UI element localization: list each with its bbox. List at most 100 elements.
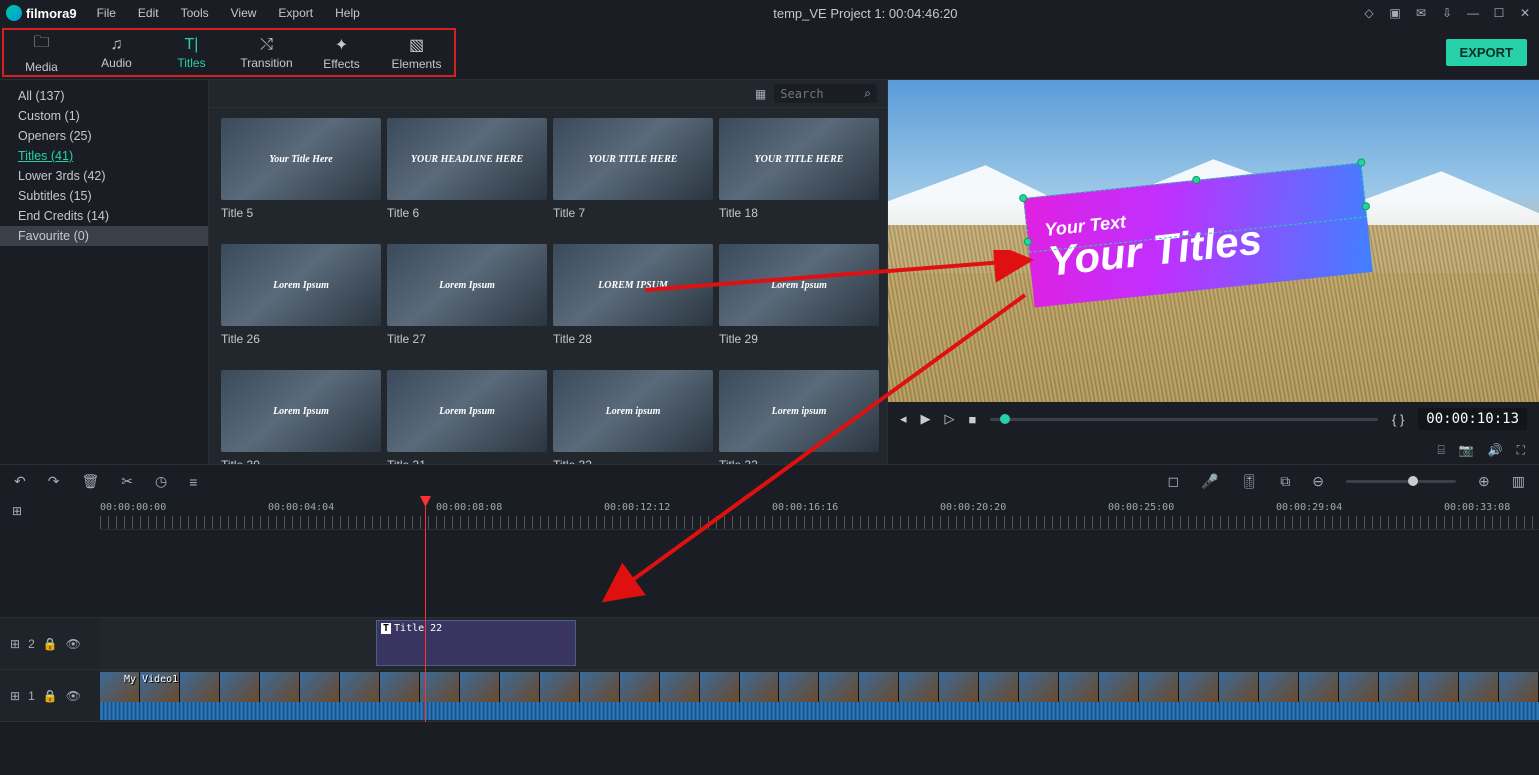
preview-scrubber[interactable]	[990, 418, 1378, 421]
menu-export[interactable]: Export	[268, 2, 323, 24]
zoom-slider[interactable]	[1346, 480, 1456, 483]
mic-icon[interactable]: ⇩	[1439, 5, 1455, 21]
clip-thumb	[380, 672, 420, 702]
menu-help[interactable]: Help	[325, 2, 370, 24]
thumbnail[interactable]: Lorem ipsumTitle 32	[553, 370, 713, 464]
speed-icon[interactable]: ◷	[155, 473, 167, 490]
thumbnail[interactable]: LOREM IPSUMTitle 28	[553, 244, 713, 354]
track-2-body[interactable]: T Title 22	[100, 618, 1539, 669]
render-icon[interactable]: ⧉	[1280, 473, 1290, 490]
marker-icon[interactable]: ◻	[1167, 473, 1179, 490]
sidebar-item-lower3rds[interactable]: Lower 3rds (42)	[0, 166, 208, 186]
track-1-body[interactable]: My Video1	[100, 670, 1539, 721]
audio-waveform[interactable]	[100, 702, 1539, 720]
preview-canvas[interactable]: Your Text Your Titles	[888, 80, 1539, 402]
mail-icon[interactable]: ✉	[1413, 5, 1429, 21]
snapshot-icon[interactable]: 📷	[1459, 443, 1474, 457]
tab-titles[interactable]: T|Titles	[154, 30, 229, 75]
user-icon[interactable]: ◇	[1361, 5, 1377, 21]
thumbnail-label: Title 31	[387, 458, 547, 464]
sidebar-item-favourite[interactable]: Favourite (0)	[0, 226, 208, 246]
effects-icon: ✦	[335, 35, 348, 55]
zoom-in-icon[interactable]: ⊕	[1478, 473, 1490, 490]
thumbnail[interactable]: Lorem IpsumTitle 27	[387, 244, 547, 354]
lock-icon[interactable]: 🔒	[43, 637, 58, 651]
menu-file[interactable]: File	[87, 2, 126, 24]
tab-transition[interactable]: ⤭Transition	[229, 30, 304, 75]
thumbnail[interactable]: Lorem IpsumTitle 31	[387, 370, 547, 464]
thumbnail-preview-text: Lorem Ipsum	[269, 278, 333, 293]
thumbnail[interactable]: Lorem ipsumTitle 33	[719, 370, 879, 464]
tab-elements[interactable]: ▧Elements	[379, 30, 454, 75]
maximize-icon[interactable]: ☐	[1491, 5, 1507, 21]
tab-media[interactable]: 🗀Media	[4, 30, 79, 75]
lock-icon[interactable]: 🔒	[43, 689, 58, 703]
export-button[interactable]: EXPORT	[1446, 39, 1527, 66]
redo-icon[interactable]: ↷	[48, 473, 60, 490]
clip-thumb	[660, 672, 700, 702]
thumbnail[interactable]: YOUR TITLE HERETitle 7	[553, 118, 713, 228]
play-all-button[interactable]: ▷	[945, 411, 955, 427]
title-clip[interactable]: T Title 22	[376, 620, 576, 666]
minimize-icon[interactable]: —	[1465, 5, 1481, 21]
sidebar-item-subtitles[interactable]: Subtitles (15)	[0, 186, 208, 206]
playhead[interactable]	[425, 498, 426, 722]
search-input[interactable]	[780, 87, 860, 101]
track-2-head[interactable]: ⊞ 2 🔒 👁	[0, 618, 100, 669]
eye-icon[interactable]: 👁	[66, 637, 81, 651]
category-sidebar: All (137) Custom (1) Openers (25) Titles…	[0, 80, 208, 464]
mixer-icon[interactable]: 🎚	[1241, 473, 1259, 490]
tab-audio[interactable]: ♫Audio	[79, 30, 154, 75]
thumbnail[interactable]: Lorem Ipsum Title 26	[221, 244, 381, 354]
tab-effects[interactable]: ✦Effects	[304, 30, 379, 75]
scrubber-knob[interactable]	[1000, 414, 1010, 424]
cut-icon[interactable]: ✂	[121, 473, 133, 490]
clip-thumb	[260, 672, 300, 702]
grid-view-icon[interactable]: ▦	[755, 87, 766, 101]
stop-button[interactable]: ■	[969, 412, 977, 427]
display-icon[interactable]: ⌸	[1437, 443, 1444, 458]
clip-thumb	[580, 672, 620, 702]
thumbnail-label: Title 26	[221, 332, 381, 346]
menu-bar: File Edit Tools View Export Help	[87, 2, 370, 24]
delete-icon[interactable]: 🗑	[81, 473, 99, 490]
menu-edit[interactable]: Edit	[128, 2, 169, 24]
thumbnail[interactable]: Lorem IpsumTitle 29	[719, 244, 879, 354]
zoom-fit-icon[interactable]: ▥	[1512, 473, 1525, 490]
clip-thumb	[1099, 672, 1139, 702]
thumbnail[interactable]: Your Title HereTitle 5	[221, 118, 381, 228]
close-icon[interactable]: ✕	[1517, 5, 1533, 21]
prev-frame-button[interactable]: ◂	[900, 411, 907, 427]
clip-thumb	[1339, 672, 1379, 702]
volume-icon[interactable]: 🔊	[1488, 443, 1503, 457]
play-button[interactable]: ▶	[921, 411, 931, 427]
settings-icon[interactable]: ≡	[189, 474, 197, 490]
braces-button[interactable]: { }	[1392, 412, 1404, 427]
sidebar-item-all[interactable]: All (137)	[0, 86, 208, 106]
clip-thumb	[1219, 672, 1259, 702]
thumbnail-image: Lorem ipsum	[553, 370, 713, 452]
voiceover-icon[interactable]: 🎤	[1201, 473, 1218, 490]
menu-tools[interactable]: Tools	[171, 2, 219, 24]
zoom-out-icon[interactable]: ⊖	[1312, 473, 1324, 490]
thumbnail[interactable]: YOUR TITLE HERETitle 18	[719, 118, 879, 228]
save-icon[interactable]: ▣	[1387, 5, 1403, 21]
sidebar-item-endcredits[interactable]: End Credits (14)	[0, 206, 208, 226]
zoom-knob[interactable]	[1408, 476, 1418, 486]
thumbnail[interactable]: Lorem IpsumTitle 30	[221, 370, 381, 464]
thumbnail[interactable]: YOUR HEADLINE HERETitle 6	[387, 118, 547, 228]
add-track-icon[interactable]: ⊞	[12, 504, 22, 518]
video-clip-strip[interactable]	[100, 672, 1539, 702]
sidebar-item-custom[interactable]: Custom (1)	[0, 106, 208, 126]
handle-tr[interactable]	[1357, 158, 1366, 167]
empty-track[interactable]	[0, 530, 1539, 618]
sidebar-item-titles[interactable]: Titles (41)	[0, 146, 208, 166]
track-1-head[interactable]: ⊞ 1 🔒 👁	[0, 670, 100, 721]
search-icon[interactable]: ⌕	[864, 86, 871, 101]
undo-icon[interactable]: ↶	[14, 473, 26, 490]
eye-icon[interactable]: 👁	[66, 689, 81, 703]
sidebar-item-openers[interactable]: Openers (25)	[0, 126, 208, 146]
menu-view[interactable]: View	[221, 2, 267, 24]
fullscreen-icon[interactable]: ⛶	[1517, 443, 1525, 458]
timeline-ruler[interactable]: 00:00:00:0000:00:04:0400:00:08:0800:00:1…	[100, 498, 1539, 530]
